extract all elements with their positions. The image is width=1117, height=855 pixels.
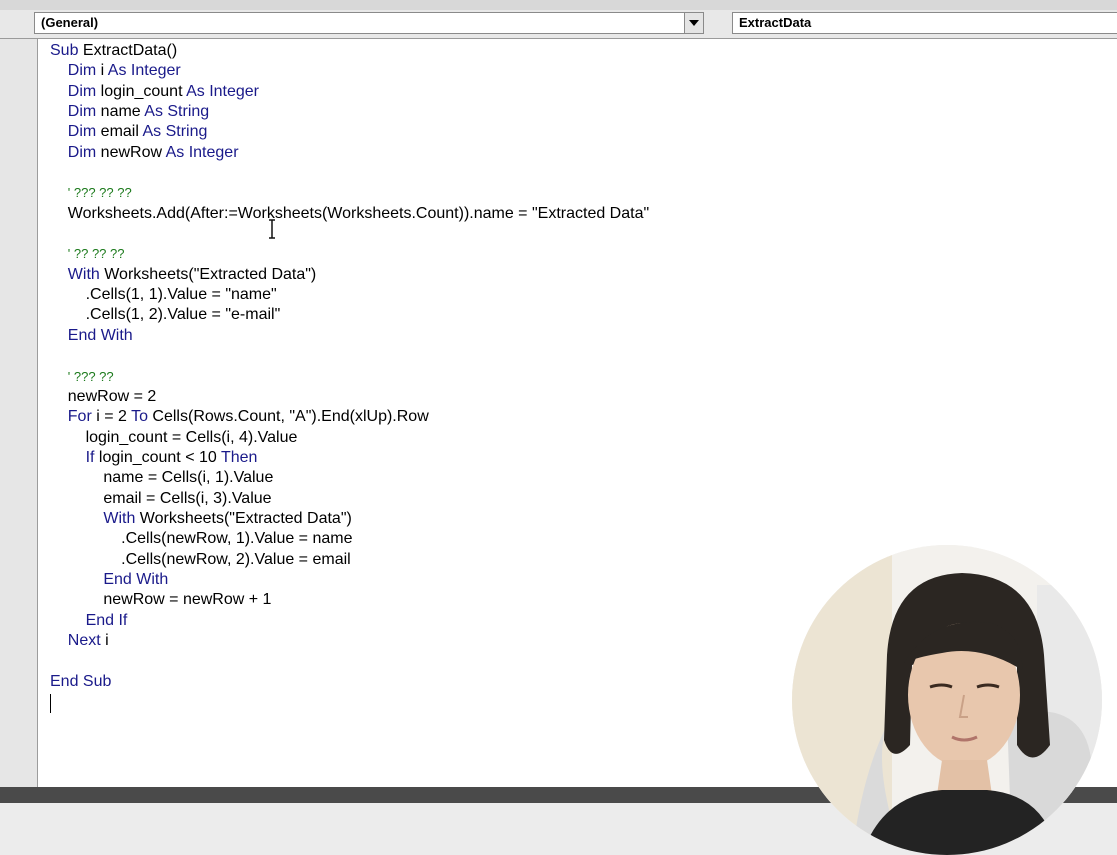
code-token: .Cells(1, 2).Value = "e-mail" bbox=[50, 306, 281, 324]
keyword-token: For bbox=[50, 408, 97, 426]
code-token: email bbox=[100, 123, 143, 141]
code-line[interactable]: ' ??? ?? bbox=[50, 367, 649, 387]
comment-token: ' ??? ?? bbox=[67, 368, 114, 384]
code-line[interactable]: Sub ExtractData() bbox=[50, 41, 649, 61]
code-token: newRow bbox=[100, 143, 166, 161]
procedure-combo-value: ExtractData bbox=[739, 15, 812, 30]
code-line[interactable]: With Worksheets("Extracted Data") bbox=[50, 509, 649, 529]
keyword-token: End Sub bbox=[50, 672, 112, 690]
presenter-image bbox=[792, 545, 1102, 855]
code-line[interactable]: Dim i As Integer bbox=[50, 61, 649, 81]
webcam-overlay bbox=[792, 545, 1102, 855]
code-token: .Cells(newRow, 1).Value = name bbox=[50, 530, 353, 548]
code-line[interactable]: Dim newRow As Integer bbox=[50, 143, 649, 163]
keyword-token: Dim bbox=[50, 82, 101, 100]
code-line[interactable]: End If bbox=[50, 611, 649, 631]
code-token: i = 2 bbox=[96, 408, 132, 426]
code-line[interactable]: Worksheets.Add(After:=Worksheets(Workshe… bbox=[50, 204, 649, 224]
code-token: email = Cells(i, 3).Value bbox=[50, 489, 272, 507]
keyword-token: Dim bbox=[50, 143, 101, 161]
keyword-token: Sub bbox=[50, 42, 83, 59]
code-token: .Cells(newRow, 2).Value = email bbox=[50, 550, 351, 568]
code-line[interactable] bbox=[50, 651, 649, 671]
code-line[interactable] bbox=[50, 224, 649, 244]
code-line[interactable]: ' ??? ?? ?? bbox=[50, 183, 649, 203]
code-token: i bbox=[100, 62, 108, 80]
code-line[interactable]: If login_count < 10 Then bbox=[50, 448, 649, 468]
code-line[interactable]: newRow = newRow + 1 bbox=[50, 590, 649, 610]
code-line[interactable]: .Cells(1, 1).Value = "name" bbox=[50, 285, 649, 305]
object-combo-value: (General) bbox=[41, 15, 99, 30]
code-line[interactable]: End With bbox=[50, 326, 649, 346]
code-token: newRow = newRow + 1 bbox=[50, 591, 272, 609]
comment-token: ' ??? ?? ?? bbox=[67, 185, 132, 201]
code-token: name = Cells(i, 1).Value bbox=[50, 469, 274, 487]
code-line[interactable]: Dim email As String bbox=[50, 122, 649, 142]
keyword-token: Dim bbox=[50, 62, 101, 80]
code-token: name bbox=[100, 103, 145, 121]
margin-indicator-bar[interactable] bbox=[0, 39, 38, 787]
code-line[interactable]: With Worksheets("Extracted Data") bbox=[50, 265, 649, 285]
code-token: .Cells(1, 1).Value = "name" bbox=[50, 286, 277, 304]
code-line[interactable] bbox=[50, 163, 649, 183]
code-line[interactable]: login_count = Cells(i, 4).Value bbox=[50, 428, 649, 448]
code-line[interactable]: ' ?? ?? ?? bbox=[50, 244, 649, 264]
keyword-token: If bbox=[50, 448, 99, 466]
comment-token: ' ?? ?? ?? bbox=[67, 246, 125, 262]
code-line[interactable]: Next i bbox=[50, 631, 649, 651]
code-line[interactable]: For i = 2 To Cells(Rows.Count, "A").End(… bbox=[50, 407, 649, 427]
text-cursor-icon bbox=[269, 219, 275, 239]
code-token: newRow = 2 bbox=[50, 387, 157, 405]
keyword-token: Dim bbox=[50, 123, 101, 141]
code-window-toolbar: (General) ExtractData bbox=[0, 10, 1117, 39]
code-line[interactable]: .Cells(1, 2).Value = "e-mail" bbox=[50, 305, 649, 325]
keyword-token: To bbox=[131, 408, 153, 426]
keyword-token: With bbox=[50, 509, 140, 527]
code-token: login_count < 10 bbox=[98, 448, 221, 466]
code-line[interactable]: Dim name As String bbox=[50, 102, 649, 122]
code-token: login_count bbox=[100, 82, 187, 100]
keyword-token: As Integer bbox=[107, 62, 181, 80]
keyword-token: As String bbox=[142, 123, 208, 141]
code-token: ExtractData() bbox=[82, 42, 178, 59]
keyword-token: Dim bbox=[50, 103, 101, 121]
keyword-token: With bbox=[50, 265, 105, 283]
code-line[interactable]: newRow = 2 bbox=[50, 387, 649, 407]
keyword-token: As String bbox=[144, 103, 210, 121]
code-token: login_count = Cells(i, 4).Value bbox=[50, 428, 298, 446]
text-caret bbox=[50, 694, 51, 713]
code-line[interactable]: End With bbox=[50, 570, 649, 590]
code-token: Worksheets("Extracted Data") bbox=[104, 265, 317, 283]
object-combo[interactable]: (General) bbox=[34, 12, 704, 34]
code-line[interactable]: End Sub bbox=[50, 672, 649, 692]
code-line[interactable]: email = Cells(i, 3).Value bbox=[50, 489, 649, 509]
code-token: Cells(Rows.Count, "A").End(xlUp).Row bbox=[152, 408, 429, 426]
code-line[interactable] bbox=[50, 346, 649, 366]
procedure-combo[interactable]: ExtractData bbox=[732, 12, 1117, 34]
chevron-down-icon bbox=[689, 20, 699, 26]
code-token: Worksheets.Add(After:=Worksheets(Workshe… bbox=[50, 204, 650, 222]
object-combo-dropdown-button[interactable] bbox=[684, 13, 703, 33]
code-line[interactable]: Dim login_count As Integer bbox=[50, 82, 649, 102]
code-line[interactable]: .Cells(newRow, 1).Value = name bbox=[50, 529, 649, 549]
code-line[interactable]: .Cells(newRow, 2).Value = email bbox=[50, 550, 649, 570]
keyword-token: Next bbox=[50, 631, 106, 649]
code-line[interactable]: name = Cells(i, 1).Value bbox=[50, 468, 649, 488]
keyword-token: End With bbox=[50, 570, 169, 588]
keyword-token: End If bbox=[50, 611, 128, 629]
code-token: Worksheets("Extracted Data") bbox=[139, 509, 352, 527]
code-token: i bbox=[105, 631, 109, 649]
keyword-token: End With bbox=[50, 326, 133, 344]
code-text[interactable]: Sub ExtractData() Dim i As Integer Dim l… bbox=[50, 41, 649, 692]
keyword-token: As Integer bbox=[165, 143, 239, 161]
keyword-token: As Integer bbox=[186, 82, 260, 100]
keyword-token: Then bbox=[220, 448, 258, 466]
